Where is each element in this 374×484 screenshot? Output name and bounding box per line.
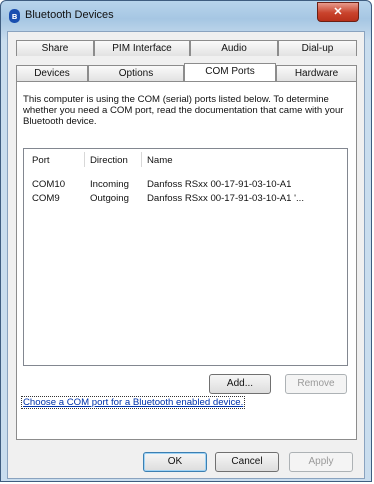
com-ports-list[interactable]: Port Direction Name COM10 Incoming Danfo… — [23, 148, 348, 366]
cell-direction: Outgoing — [90, 193, 129, 204]
tab-audio[interactable]: Audio — [190, 40, 278, 56]
tab-share[interactable]: Share — [16, 40, 94, 56]
tab-com-ports[interactable]: COM Ports — [184, 63, 276, 81]
title-bar[interactable]: ʙ Bluetooth Devices ✕ — [1, 1, 371, 31]
column-divider[interactable] — [84, 152, 85, 167]
bluetooth-icon: ʙ — [9, 9, 20, 23]
add-button[interactable]: Add... — [209, 374, 271, 394]
cell-port: COM10 — [32, 179, 66, 190]
choose-com-port-link[interactable]: Choose a COM port for a Bluetooth enable… — [21, 396, 246, 409]
tab-pim-interface[interactable]: PIM Interface — [94, 40, 190, 56]
apply-button[interactable]: Apply — [289, 452, 353, 472]
bluetooth-devices-window: ʙ Bluetooth Devices ✕ Share PIM Interfac… — [0, 0, 372, 482]
description-text: This computer is using the COM (serial) … — [23, 94, 344, 127]
tab-hardware[interactable]: Hardware — [276, 65, 357, 81]
com-ports-panel: This computer is using the COM (serial) … — [16, 81, 357, 440]
close-button[interactable]: ✕ — [317, 2, 359, 22]
cell-name: Danfoss RSxx 00-17-91-03-10-A1 '... — [147, 193, 305, 204]
cancel-button[interactable]: Cancel — [215, 452, 279, 472]
column-header-name[interactable]: Name — [147, 155, 173, 166]
remove-button[interactable]: Remove — [285, 374, 347, 394]
cell-port: COM9 — [32, 193, 60, 204]
cell-name: Danfoss RSxx 00-17-91-03-10-A1 — [147, 179, 292, 190]
tab-options[interactable]: Options — [88, 65, 184, 81]
dialog-client-area: Share PIM Interface Audio Dial-up Device… — [7, 31, 365, 479]
tab-devices[interactable]: Devices — [16, 65, 88, 81]
tab-dial-up[interactable]: Dial-up — [278, 40, 357, 56]
window-title: Bluetooth Devices — [25, 9, 114, 21]
column-divider[interactable] — [141, 152, 142, 167]
column-header-port[interactable]: Port — [32, 155, 50, 166]
cell-direction: Incoming — [90, 179, 129, 190]
column-header-direction[interactable]: Direction — [90, 155, 128, 166]
ok-button[interactable]: OK — [143, 452, 207, 472]
